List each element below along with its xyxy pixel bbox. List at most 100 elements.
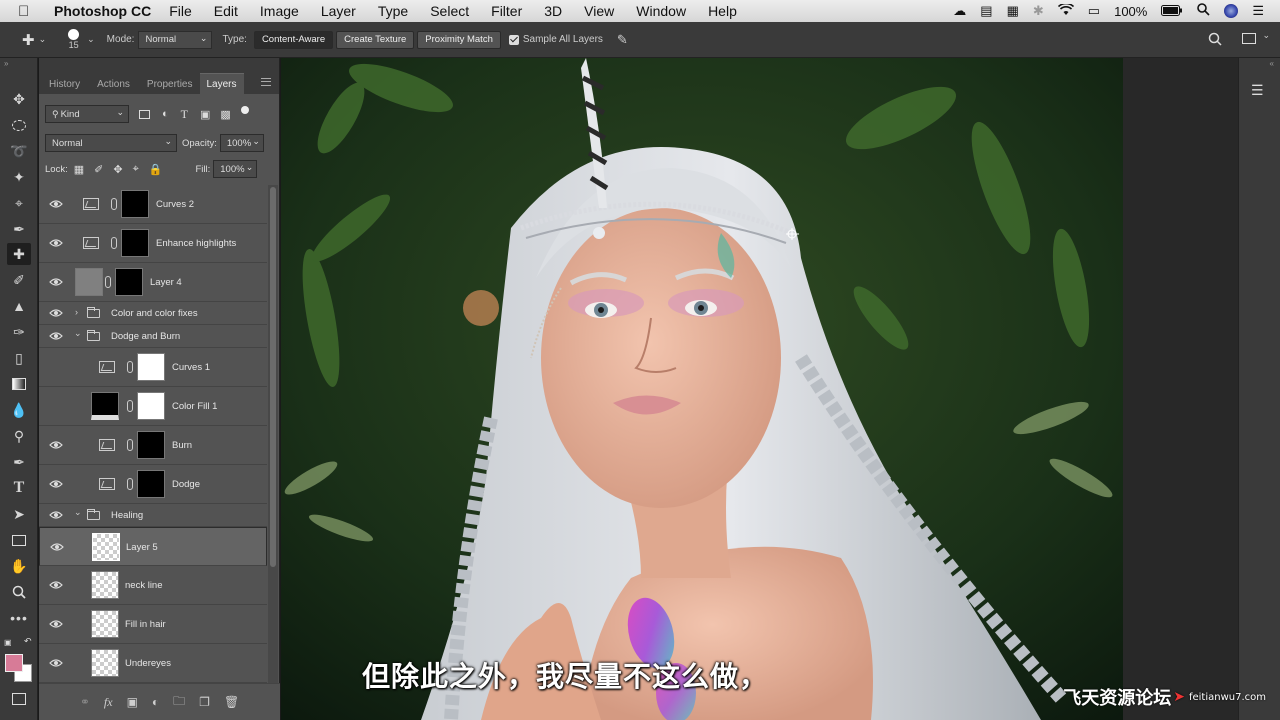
- new-adjustment-layer-icon[interactable]: ◐: [152, 695, 159, 709]
- path-selection-tool-icon[interactable]: ➤: [7, 503, 31, 525]
- scrollbar-thumb[interactable]: [270, 187, 276, 567]
- marquee-tool-icon[interactable]: [7, 114, 31, 136]
- filter-pixel-icon[interactable]: [139, 109, 150, 119]
- layer-row[interactable]: Curves 2: [39, 185, 267, 224]
- panel-menu-icon[interactable]: [261, 78, 271, 86]
- document-canvas[interactable]: [281, 58, 1123, 720]
- link-icon[interactable]: [127, 439, 133, 451]
- collapse-arrows-icon[interactable]: »: [4, 59, 8, 68]
- layer-thumbnail[interactable]: [75, 268, 103, 296]
- menu-select[interactable]: Select: [430, 3, 469, 19]
- type-tool-icon[interactable]: T: [7, 477, 31, 499]
- bluetooth-icon[interactable]: ✱: [1033, 3, 1044, 19]
- layer-row[interactable]: Color Fill 1: [39, 387, 267, 426]
- layer-row[interactable]: Enhance highlights: [39, 224, 267, 263]
- filter-adjustment-icon[interactable]: ◐: [162, 108, 169, 120]
- gradient-tool-icon[interactable]: [7, 373, 31, 395]
- layer-row[interactable]: Layer 4: [39, 263, 267, 302]
- zoom-tool-icon[interactable]: [7, 581, 31, 603]
- layer-thumbnail[interactable]: [92, 533, 120, 561]
- pressure-size-icon[interactable]: ✎: [617, 32, 628, 48]
- pasteboard[interactable]: [1123, 58, 1238, 720]
- proximity-match-button[interactable]: Proximity Match: [417, 30, 501, 49]
- link-icon[interactable]: [127, 361, 133, 373]
- visibility-eye-icon[interactable]: [49, 440, 63, 450]
- menu-view[interactable]: View: [584, 3, 614, 19]
- mode-select[interactable]: Normal ⌄: [138, 30, 213, 49]
- properties-panel-icon[interactable]: ☰: [1251, 82, 1264, 99]
- siri-icon[interactable]: [1224, 4, 1239, 18]
- workspace-switcher-icon[interactable]: [1242, 33, 1256, 44]
- layer-mask-thumbnail[interactable]: [137, 353, 165, 381]
- menu-filter[interactable]: Filter: [491, 3, 522, 19]
- menu-image[interactable]: Image: [260, 3, 299, 19]
- layer-mask-thumbnail[interactable]: [137, 431, 165, 459]
- layer-group-row[interactable]: ⌄ Healing: [39, 504, 267, 527]
- eyedropper-tool-icon[interactable]: ✒: [7, 218, 31, 240]
- brush-size-picker[interactable]: 15: [68, 29, 80, 50]
- link-icon[interactable]: [111, 237, 117, 249]
- layer-name[interactable]: Layer 4: [150, 277, 182, 288]
- visibility-toggle-hidden[interactable]: [49, 362, 63, 372]
- content-aware-button[interactable]: Content-Aware: [253, 30, 334, 49]
- layer-thumbnail[interactable]: [91, 610, 119, 638]
- blend-mode-select[interactable]: Normal ⌄: [45, 134, 177, 152]
- new-layer-icon[interactable]: ❐: [199, 695, 210, 709]
- apple-icon[interactable]: : [18, 3, 42, 20]
- fill-input[interactable]: 100% ⌄: [213, 160, 258, 178]
- airplay-icon[interactable]: ▭: [1088, 3, 1100, 19]
- display-icon[interactable]: ▤: [980, 3, 992, 19]
- healing-brush-tool-preset-icon[interactable]: ✚: [22, 31, 35, 49]
- swap-colors-icon[interactable]: ↶: [24, 636, 32, 647]
- notification-center-icon[interactable]: ☰: [1252, 3, 1264, 19]
- filter-shape-icon[interactable]: ▣: [200, 108, 210, 121]
- lock-artboard-icon[interactable]: ⌖: [133, 163, 139, 176]
- lasso-tool-icon[interactable]: ➰: [7, 140, 31, 162]
- menu-type[interactable]: Type: [378, 3, 408, 19]
- layer-row[interactable]: Curves 1: [39, 348, 267, 387]
- eraser-tool-icon[interactable]: ▯: [7, 347, 31, 369]
- layer-name[interactable]: Healing: [111, 510, 143, 521]
- pen-tool-icon[interactable]: ✒: [7, 451, 31, 473]
- layer-name[interactable]: Fill in hair: [125, 619, 166, 630]
- move-tool-icon[interactable]: ✥: [7, 88, 31, 110]
- layer-row[interactable]: neck line: [39, 566, 267, 605]
- visibility-eye-icon[interactable]: [49, 619, 63, 629]
- layer-mask-thumbnail[interactable]: [137, 392, 165, 420]
- layer-thumbnail[interactable]: [91, 571, 119, 599]
- layer-group-row[interactable]: › Color and color fixes: [39, 302, 267, 325]
- lock-transparent-icon[interactable]: ▦: [74, 163, 84, 176]
- quick-selection-tool-icon[interactable]: ✦: [7, 166, 31, 188]
- layer-mask-thumbnail[interactable]: [121, 190, 149, 218]
- blur-tool-icon[interactable]: 💧: [7, 399, 31, 421]
- visibility-eye-icon[interactable]: [49, 308, 63, 318]
- panel-collapse-bar[interactable]: [39, 58, 279, 72]
- layer-name[interactable]: Dodge and Burn: [111, 331, 180, 342]
- link-layers-icon[interactable]: ⚭: [80, 695, 90, 709]
- chevron-down-icon[interactable]: ⌄: [74, 507, 82, 518]
- creative-cloud-icon[interactable]: ☁: [953, 3, 966, 19]
- hand-tool-icon[interactable]: ✋: [7, 555, 31, 577]
- menu-file[interactable]: File: [169, 3, 192, 19]
- dodge-tool-icon[interactable]: ⚲: [7, 425, 31, 447]
- menu-help[interactable]: Help: [708, 3, 737, 19]
- link-icon[interactable]: [127, 478, 133, 490]
- crop-tool-icon[interactable]: ⌖: [7, 192, 31, 214]
- filter-smart-object-icon[interactable]: ▩: [220, 108, 230, 121]
- layer-name[interactable]: Burn: [172, 440, 192, 451]
- wifi-icon[interactable]: [1057, 2, 1074, 19]
- visibility-eye-icon[interactable]: [50, 542, 64, 552]
- search-icon[interactable]: [1197, 3, 1210, 19]
- menu-layer[interactable]: Layer: [321, 3, 356, 19]
- tab-history[interactable]: History: [39, 79, 87, 94]
- visibility-eye-icon[interactable]: [49, 510, 63, 520]
- opacity-input[interactable]: 100% ⌄: [219, 134, 264, 152]
- layer-style-fx-icon[interactable]: fx: [104, 695, 113, 710]
- sample-all-layers-checkbox[interactable]: [508, 34, 519, 45]
- rectangle-tool-icon[interactable]: [7, 529, 31, 551]
- visibility-eye-icon[interactable]: [49, 479, 63, 489]
- visibility-eye-icon[interactable]: [49, 580, 63, 590]
- layer-name[interactable]: Dodge: [172, 479, 200, 490]
- layer-mask-thumbnail[interactable]: [121, 229, 149, 257]
- visibility-eye-icon[interactable]: [49, 199, 63, 209]
